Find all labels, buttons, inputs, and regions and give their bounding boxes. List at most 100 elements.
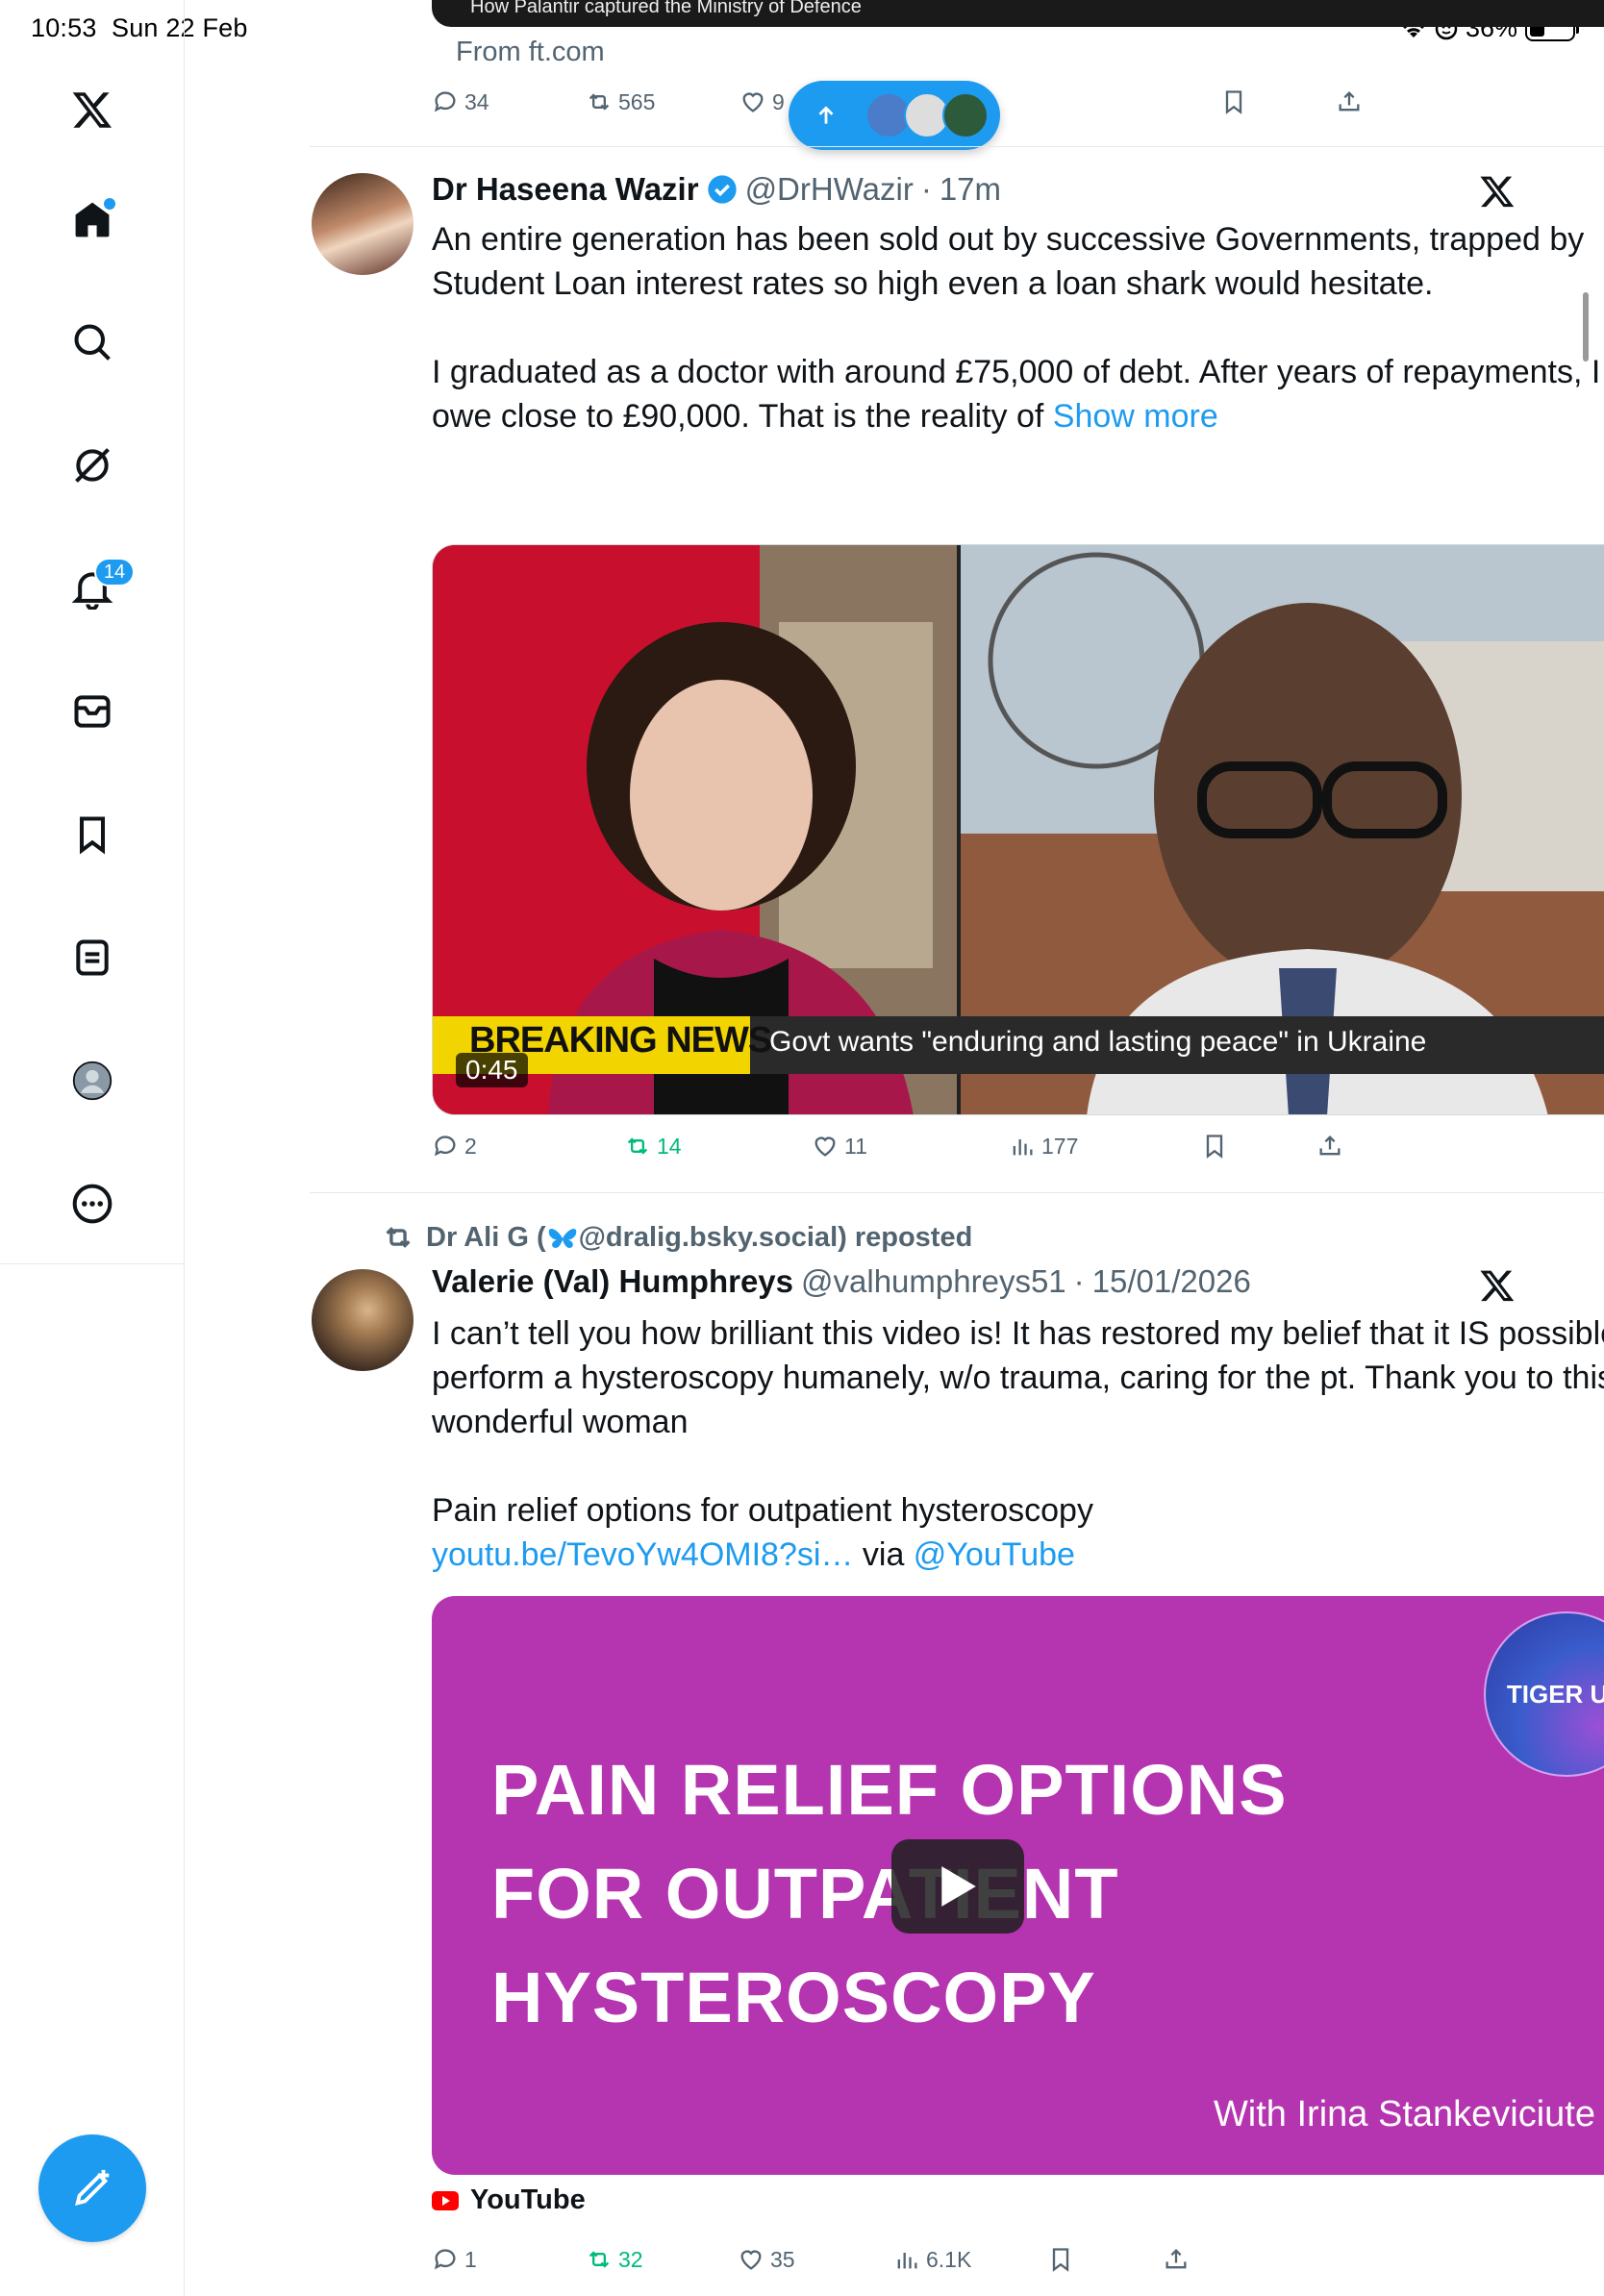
bookmark-icon: [1206, 1135, 1223, 1159]
messages-icon[interactable]: [63, 683, 121, 740]
link-source[interactable]: YouTube: [432, 2184, 586, 2216]
x-logo-icon: [1480, 1270, 1515, 1302]
link-card-title: How Palantir captured the Ministry of De…: [470, 0, 862, 17]
post-paragraph: Pain relief options for outpatient hyste…: [432, 1492, 1093, 1573]
post-time[interactable]: 15/01/2026: [1092, 1263, 1251, 1300]
share-button[interactable]: [1163, 2246, 1190, 2273]
video-player[interactable]: BREAKING NEWS Govt wants "enduring and l…: [432, 544, 1604, 1115]
post-text: An entire generation has been sold out b…: [432, 217, 1604, 438]
youtube-video-card[interactable]: TIGER UK PAIN RELIEF OPTIONS FOR OUTPATI…: [432, 1596, 1604, 2175]
pill-avatar: [942, 92, 989, 138]
views-button[interactable]: 6.1K: [893, 2246, 971, 2273]
ticker-text: Govt wants "enduring and lasting peace" …: [769, 1026, 1427, 1058]
more-icon[interactable]: [63, 1175, 121, 1233]
bookmark-button[interactable]: [1201, 1133, 1228, 1160]
arrow-up-icon: [818, 106, 834, 124]
notification-count-badge: 14: [94, 558, 135, 586]
post-paragraph: I can’t tell you how brilliant this vide…: [432, 1315, 1604, 1440]
youtube-icon: [432, 2190, 459, 2210]
home-icon[interactable]: [63, 190, 121, 248]
bookmark-icon: [1225, 90, 1242, 114]
share-button[interactable]: [1336, 88, 1363, 115]
author-handle[interactable]: @valhumphreys51: [801, 1263, 1066, 1300]
post-actions-previous: 34 565 9: [432, 88, 1604, 127]
sidebar-divider: [0, 1263, 185, 1264]
reply-icon: [434, 2249, 456, 2270]
avatar[interactable]: [312, 1269, 414, 1371]
bookmarks-icon[interactable]: [63, 806, 121, 863]
link-card-source[interactable]: From ft.com: [456, 37, 605, 68]
avatar[interactable]: [312, 173, 414, 275]
repost-button[interactable]: 32: [586, 2246, 643, 2273]
repost-indicator: Dr Ali G (@dralig.bsky.social) reposted: [382, 1221, 972, 1254]
butterfly-icon: [548, 1228, 576, 1248]
channel-badge: TIGER UK: [1484, 1611, 1604, 1777]
heart-icon: [742, 92, 764, 112]
x-logo-icon: [1480, 176, 1515, 208]
views-button[interactable]: 177: [1009, 1133, 1078, 1160]
play-icon: [941, 1866, 976, 1907]
grok-icon[interactable]: [63, 437, 121, 494]
repost-button[interactable]: 565: [586, 88, 655, 115]
author-name[interactable]: Dr Haseena Wazir: [432, 171, 699, 208]
post-header: Dr Haseena Wazir @DrHWazir · 17m: [432, 171, 1001, 208]
views-icon: [897, 2253, 917, 2269]
repost-by[interactable]: Dr Ali G (@dralig.bsky.social) reposted: [426, 1222, 972, 1254]
compose-icon: [75, 2169, 110, 2206]
post-paragraph: I graduated as a doctor with around £75,…: [432, 354, 1604, 435]
play-button[interactable]: [891, 1839, 1024, 1934]
verified-badge-icon: [707, 175, 737, 204]
reply-button[interactable]: 2: [432, 1133, 477, 1160]
like-button[interactable]: 35: [738, 2246, 795, 2273]
post-actions: 1 32 35 6.1K: [432, 2246, 1604, 2284]
share-icon: [1339, 91, 1360, 112]
reply-icon: [434, 1136, 456, 1157]
like-button[interactable]: 11: [812, 1133, 867, 1160]
views-icon: [1013, 1139, 1033, 1156]
separator-dot: ·: [1073, 1263, 1085, 1299]
reply-button[interactable]: 34: [432, 88, 489, 115]
bookmark-button[interactable]: [1047, 2246, 1074, 2273]
bookmark-icon: [1052, 2248, 1069, 2272]
x-logo-icon[interactable]: [63, 81, 121, 138]
repost-button[interactable]: 14: [624, 1133, 682, 1160]
scrollbar-thumb[interactable]: [1583, 292, 1589, 362]
post-time[interactable]: 17m: [940, 171, 1001, 208]
link-card-image[interactable]: How Palantir captured the Ministry of De…: [432, 0, 1604, 27]
author-name[interactable]: Valerie (Val) Humphreys: [432, 1263, 793, 1300]
separator-dot: ·: [920, 171, 932, 207]
repost-icon: [386, 1227, 411, 1248]
share-icon: [1319, 1136, 1341, 1156]
mention-link[interactable]: @YouTube: [914, 1536, 1075, 1573]
video-subtitle: With Irina Stankeviciute: [1213, 2094, 1595, 2134]
timeline-feed: How Palantir captured the Ministry of De…: [185, 0, 1604, 2296]
show-more-link[interactable]: Show more: [1053, 398, 1218, 435]
search-icon[interactable]: [63, 313, 121, 371]
heart-icon: [815, 1136, 836, 1157]
repost-icon: [589, 93, 610, 111]
post-header: Valerie (Val) Humphreys @valhumphreys51 …: [432, 1263, 1251, 1300]
share-button[interactable]: [1316, 1133, 1343, 1160]
share-icon: [1165, 2249, 1187, 2269]
unread-dot: [104, 198, 115, 210]
video-duration: 0:45: [456, 1053, 528, 1087]
compose-post-button[interactable]: [38, 2134, 146, 2242]
lists-icon[interactable]: [63, 929, 121, 986]
video-title: PAIN RELIEF OPTIONS FOR OUTPATIENT HYSTE…: [491, 1750, 1288, 2037]
bookmark-button[interactable]: [1220, 88, 1247, 115]
youtube-link[interactable]: youtu.be/TevoYw4OMI8?si…: [432, 1536, 853, 1573]
like-button[interactable]: 9: [739, 88, 785, 115]
sidebar: 14: [0, 0, 185, 2296]
post-actions: 2 14 11 177: [432, 1133, 1604, 1171]
post-paragraph: An entire generation has been sold out b…: [432, 221, 1585, 302]
heart-icon: [740, 2250, 762, 2270]
repost-icon: [589, 2251, 610, 2268]
profile-icon[interactable]: [63, 1052, 121, 1110]
repost-icon: [627, 1137, 648, 1155]
new-posts-pill[interactable]: [789, 81, 1000, 150]
post-divider: [310, 146, 1604, 147]
post-text: I can’t tell you how brilliant this vide…: [432, 1311, 1604, 1577]
reply-icon: [434, 91, 456, 112]
reply-button[interactable]: 1: [432, 2246, 477, 2273]
author-handle[interactable]: @DrHWazir: [745, 171, 914, 208]
